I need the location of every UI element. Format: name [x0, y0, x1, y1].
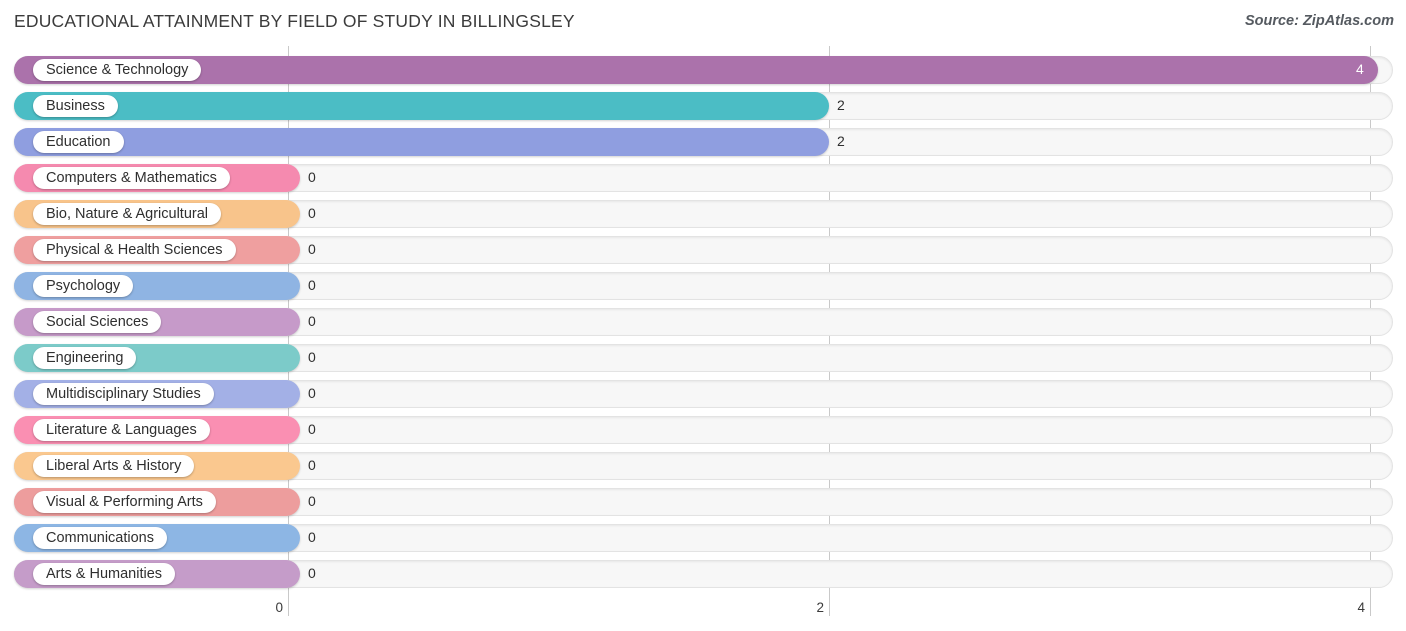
x-axis: 0 2 4	[0, 594, 1406, 631]
bar-row[interactable]: Psychology 0	[0, 268, 1406, 304]
bar-label-pill: Social Sciences	[33, 311, 162, 333]
bar-label-pill: Literature & Languages	[33, 419, 210, 441]
bar-value-label: 2	[837, 97, 845, 113]
bar-label-pill: Liberal Arts & History	[33, 455, 195, 477]
bar-value-label: 0	[308, 493, 316, 509]
bar-row[interactable]: Business 2	[0, 88, 1406, 124]
bar-row[interactable]: Visual & Performing Arts 0	[0, 484, 1406, 520]
bar-row[interactable]: Bio, Nature & Agricultural 0	[0, 196, 1406, 232]
bar[interactable]	[14, 128, 829, 156]
bar-label: Engineering	[46, 349, 124, 366]
bar-label: Bio, Nature & Agricultural	[46, 205, 208, 222]
axis-tick-line	[829, 594, 830, 616]
bar-label-pill: Bio, Nature & Agricultural	[33, 203, 221, 225]
axis-tick-label: 2	[816, 600, 824, 615]
bar-label-pill: Physical & Health Sciences	[33, 239, 236, 261]
bar-label: Communications	[46, 529, 154, 546]
bar-row[interactable]: Computers & Mathematics 0	[0, 160, 1406, 196]
bar-row[interactable]: Communications 0	[0, 520, 1406, 556]
bar-label: Computers & Mathematics	[46, 169, 217, 186]
bar-label-pill: Communications	[33, 527, 167, 549]
bar-value-label: 4	[1356, 61, 1364, 77]
bar-value-label: 0	[308, 277, 316, 293]
axis-tick-label: 0	[275, 600, 283, 615]
bar-label: Arts & Humanities	[46, 565, 163, 582]
bar-row[interactable]: Multidisciplinary Studies 0	[0, 376, 1406, 412]
bar-label: Business	[46, 97, 105, 114]
page-title: EDUCATIONAL ATTAINMENT BY FIELD OF STUDY…	[14, 11, 575, 31]
plot-area: Science & Technology 4 Business 2 Education 2…	[0, 46, 1406, 594]
axis-tick-label: 4	[1357, 600, 1365, 615]
bar-label: Physical & Health Sciences	[46, 241, 223, 258]
chart-page: EDUCATIONAL ATTAINMENT BY FIELD OF STUDY…	[0, 0, 1406, 631]
bar-row[interactable]: Liberal Arts & History 0	[0, 448, 1406, 484]
bar-row[interactable]: Literature & Languages 0	[0, 412, 1406, 448]
bar-row[interactable]: Education 2	[0, 124, 1406, 160]
bar-label-pill: Education	[33, 131, 124, 153]
bar-row[interactable]: Physical & Health Sciences 0	[0, 232, 1406, 268]
bar-label-pill: Computers & Mathematics	[33, 167, 230, 189]
bar-label-pill: Arts & Humanities	[33, 563, 176, 585]
bar-value-label: 0	[308, 241, 316, 257]
bar-label-pill: Science & Technology	[33, 59, 202, 81]
bar-label-pill: Engineering	[33, 347, 137, 369]
bar-label: Education	[46, 133, 111, 150]
bar-label: Psychology	[46, 277, 121, 294]
bar-value-label: 0	[308, 421, 316, 437]
bar-row[interactable]: Arts & Humanities 0	[0, 556, 1406, 592]
bar[interactable]	[14, 56, 1378, 84]
chart-header: EDUCATIONAL ATTAINMENT BY FIELD OF STUDY…	[0, 0, 1406, 45]
bar-value-label: 0	[308, 313, 316, 329]
bar-value-label: 0	[308, 205, 316, 221]
bar-label: Visual & Performing Arts	[46, 493, 203, 510]
bar-value-label: 0	[308, 349, 316, 365]
axis-tick-line	[1370, 594, 1371, 616]
bar-label: Literature & Languages	[46, 421, 197, 438]
bar[interactable]	[14, 92, 829, 120]
bar-value-label: 0	[308, 565, 316, 581]
bar-label: Multidisciplinary Studies	[46, 385, 201, 402]
bar-label-pill: Multidisciplinary Studies	[33, 383, 214, 405]
bar-value-label: 0	[308, 457, 316, 473]
bar-label-pill: Business	[33, 95, 118, 117]
bar-row[interactable]: Social Sciences 0	[0, 304, 1406, 340]
bar-label-pill: Psychology	[33, 275, 134, 297]
source-attribution: Source: ZipAtlas.com	[1244, 13, 1394, 29]
bar-value-label: 0	[308, 385, 316, 401]
bar-label-pill: Visual & Performing Arts	[33, 491, 216, 513]
axis-tick-line	[288, 594, 289, 616]
bar-value-label: 2	[837, 133, 845, 149]
bar-label: Liberal Arts & History	[46, 457, 182, 474]
bar-value-label: 0	[308, 529, 316, 545]
bar-value-label: 0	[308, 169, 316, 185]
bar-label: Science & Technology	[46, 61, 189, 78]
bar-label: Social Sciences	[46, 313, 149, 330]
bar-row[interactable]: Engineering 0	[0, 340, 1406, 376]
bar-row[interactable]: Science & Technology 4	[0, 52, 1406, 88]
